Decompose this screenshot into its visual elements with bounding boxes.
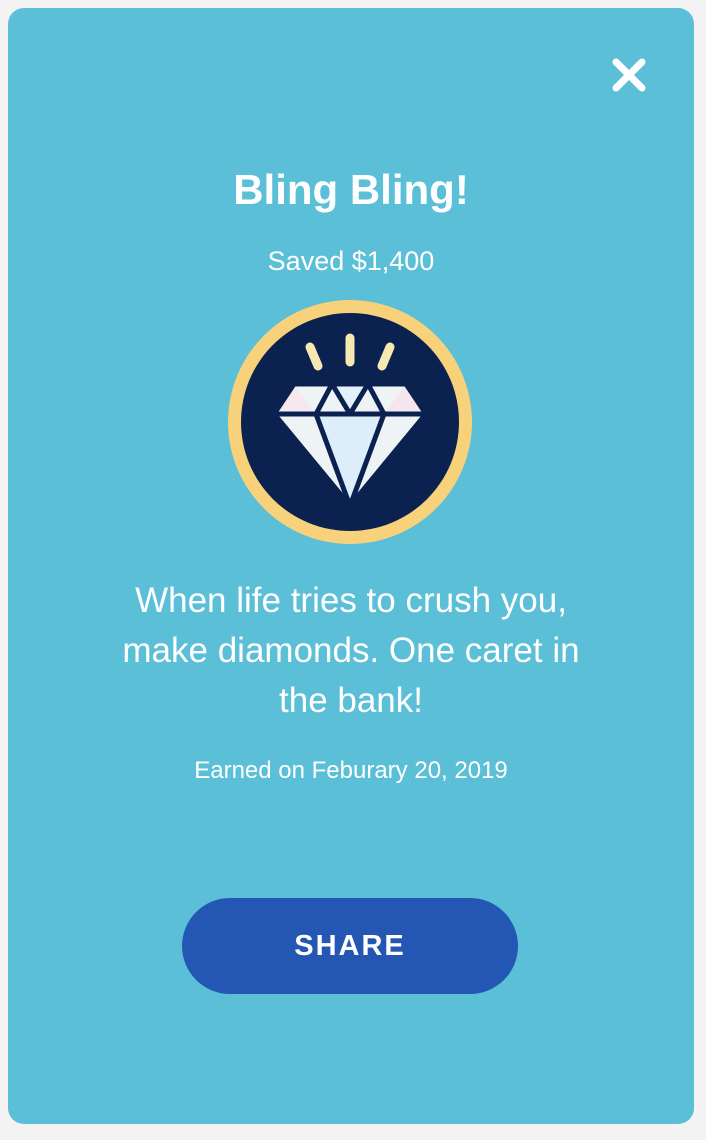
share-button[interactable]: SHARE bbox=[182, 898, 518, 994]
close-icon bbox=[612, 58, 646, 92]
diamond-icon bbox=[228, 300, 472, 544]
earned-date: Earned on Feburary 20, 2019 bbox=[194, 757, 508, 784]
achievement-title: Bling Bling! bbox=[233, 166, 469, 213]
achievement-message: When life tries to crush you, make diamo… bbox=[122, 581, 580, 720]
achievement-modal: Bling Bling! Saved $1,400 When life trie… bbox=[8, 8, 694, 1124]
savings-amount: Saved $1,400 bbox=[267, 246, 435, 276]
achievement-badge bbox=[228, 300, 472, 544]
close-button[interactable] bbox=[608, 54, 650, 96]
